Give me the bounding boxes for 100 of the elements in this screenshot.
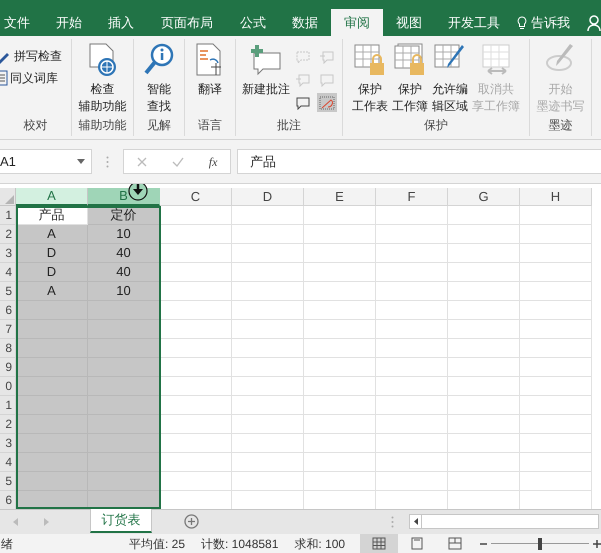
table-cell	[232, 358, 304, 377]
person-icon	[587, 14, 601, 30]
add-sheet-button[interactable]	[184, 514, 199, 529]
row-header[interactable]: 5	[0, 282, 16, 301]
ribbon-tab[interactable]: 视图	[383, 9, 435, 36]
table-cell	[304, 339, 376, 358]
column-header[interactable]: F	[376, 188, 448, 206]
row-header[interactable]: 8	[0, 339, 16, 358]
ribbon-tab[interactable]: 开发工具	[435, 9, 513, 36]
ribbon-button[interactable]: 同义词库	[0, 69, 58, 87]
group-label: 校对	[24, 117, 48, 134]
table-cell	[232, 415, 304, 434]
table-cell	[448, 206, 520, 225]
zoom-thumb[interactable]	[538, 538, 542, 550]
view-button[interactable]	[360, 534, 398, 553]
table-cell	[304, 377, 376, 396]
ribbon-button[interactable]: 翻译	[194, 43, 226, 98]
row-header[interactable]: 3	[0, 434, 16, 453]
page-layout-icon	[410, 537, 424, 550]
row-header[interactable]: 3	[0, 244, 16, 263]
row-header[interactable]: 5	[0, 472, 16, 491]
group-label: 语言	[198, 117, 222, 134]
table-cell	[376, 244, 448, 263]
table-cell	[232, 244, 304, 263]
ribbon-button[interactable]: 检查 辅助功能	[78, 43, 128, 115]
ribbon-button[interactable]: 保护 工作表	[351, 43, 389, 115]
lightbulb-icon	[517, 16, 527, 30]
column-header[interactable]: E	[304, 188, 376, 206]
group-label: 保护	[424, 117, 448, 134]
row-header[interactable]: 2	[0, 415, 16, 434]
row-header[interactable]: 4	[0, 263, 16, 282]
table-cell: 40	[88, 263, 160, 282]
formula-field[interactable]: 产品	[237, 149, 601, 174]
grip-dots-icon	[106, 156, 109, 168]
name-box[interactable]: A1	[0, 149, 92, 174]
tell-me-button[interactable]: 告诉我	[517, 9, 570, 36]
column-header[interactable]: D	[232, 188, 304, 206]
ribbon-tab[interactable]: 开始	[43, 9, 95, 36]
column-header[interactable]: H	[520, 188, 592, 206]
ribbon-tab[interactable]: 文件	[0, 9, 43, 36]
ribbon-tab[interactable]: 页面布局	[147, 9, 227, 36]
table-cell	[304, 358, 376, 377]
table-cell	[160, 358, 232, 377]
table-cell: A	[16, 225, 88, 244]
plus-circle-icon	[184, 514, 199, 529]
select-all-triangle-icon	[5, 195, 14, 204]
page-break-icon	[448, 537, 462, 550]
row-header[interactable]: 6	[0, 301, 16, 320]
row-header[interactable]: 2	[0, 225, 16, 244]
column-header[interactable]: G	[448, 188, 520, 206]
enter-button[interactable]	[172, 156, 184, 166]
column-header[interactable]: C	[160, 188, 232, 206]
table-cell: D	[16, 263, 88, 282]
row-header[interactable]: 1	[0, 206, 16, 225]
column-header[interactable]: A	[16, 188, 88, 206]
table-cell	[232, 282, 304, 301]
cancel-button[interactable]	[136, 156, 147, 166]
table-cell	[448, 263, 520, 282]
group-label: 见解	[147, 117, 171, 134]
table-cell	[520, 434, 592, 453]
ribbon-button[interactable]: 允许编 辑区域	[431, 43, 469, 115]
row-header[interactable]: 0	[0, 377, 16, 396]
ribbon-tab[interactable]: 插入	[95, 9, 147, 36]
row-header[interactable]: 7	[0, 320, 16, 339]
sheet-tab[interactable]: 订货表	[90, 509, 152, 533]
ribbon-button[interactable]: 新建批注	[241, 43, 291, 98]
table-cell: A	[16, 282, 88, 301]
group-label: 批注	[277, 117, 301, 134]
insert-function-button[interactable]: fx	[208, 152, 218, 170]
ribbon-button[interactable]: 智能 查找	[143, 43, 175, 115]
table-cell	[304, 301, 376, 320]
sheet-arrows-icon	[480, 43, 512, 77]
horizontal-scrollbar[interactable]	[409, 514, 599, 529]
table-cell	[232, 301, 304, 320]
table-cell	[304, 472, 376, 491]
table-cell	[304, 415, 376, 434]
row-header[interactable]: 6	[0, 491, 16, 509]
ribbon-tab[interactable]: 审阅	[331, 9, 383, 36]
comment-icon	[295, 96, 311, 110]
status-stat: 求和: 100	[294, 536, 346, 552]
row-header[interactable]: 9	[0, 358, 16, 377]
ribbon-tab[interactable]: 公式	[227, 9, 279, 36]
ribbon-tab[interactable]: 数据	[279, 9, 331, 36]
table-cell	[160, 415, 232, 434]
table-cell	[520, 320, 592, 339]
table-cell	[232, 396, 304, 415]
table-cell	[520, 415, 592, 434]
table-cell	[448, 434, 520, 453]
ribbon-button[interactable]: 保护 工作簿	[391, 43, 429, 115]
sheet-lock-icon	[354, 43, 386, 77]
table-cell	[376, 434, 448, 453]
table-cell	[232, 206, 304, 225]
table-cell	[448, 415, 520, 434]
row-header[interactable]: 4	[0, 453, 16, 472]
ribbon-button[interactable]: 拼写检查	[0, 47, 62, 65]
table-cell	[520, 282, 592, 301]
table-cell	[520, 396, 592, 415]
column-select-cursor-icon	[128, 184, 148, 201]
row-header[interactable]: 1	[0, 396, 16, 415]
table-cell: 10	[88, 282, 160, 301]
